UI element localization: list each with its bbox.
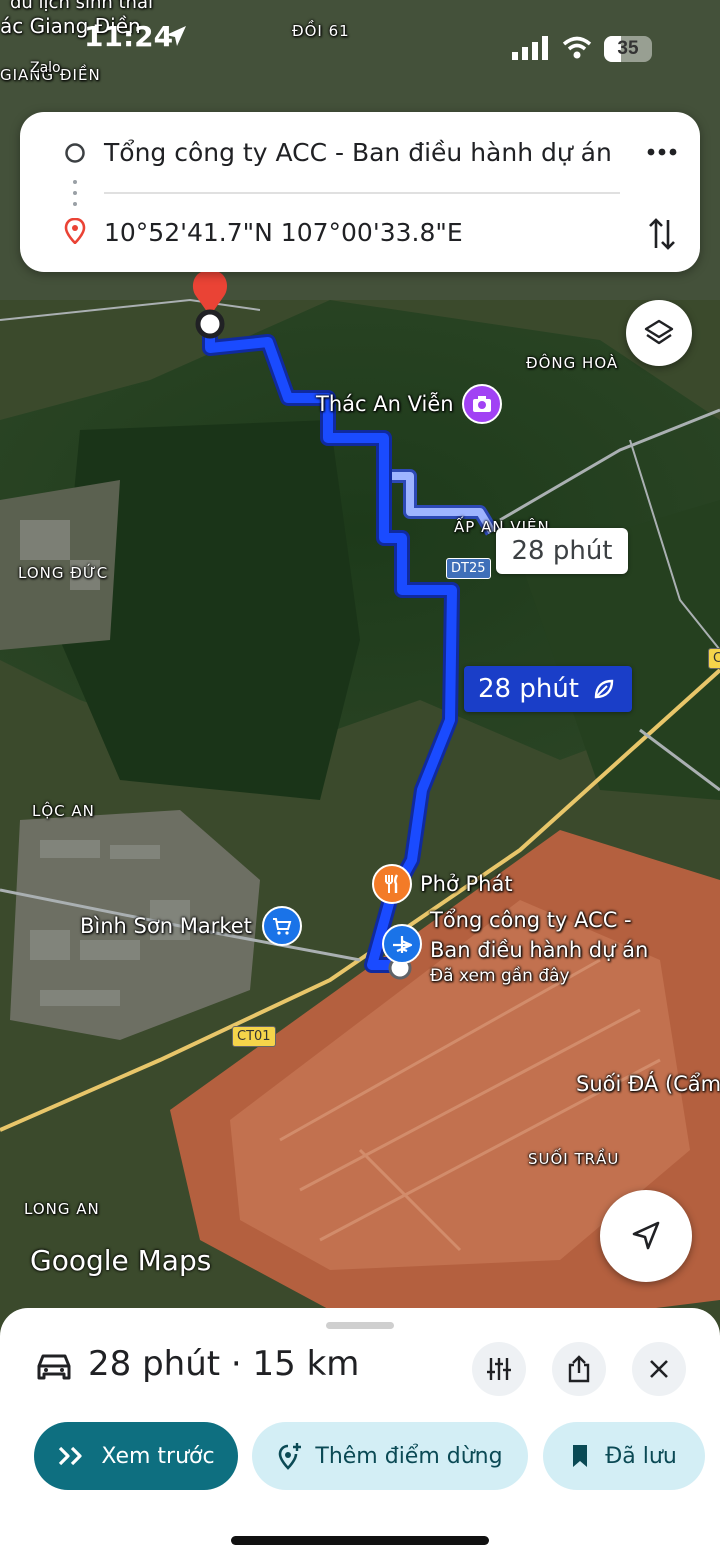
origin-circle-icon (64, 142, 86, 169)
add-stop-button[interactable]: Thêm điểm dừng (252, 1422, 528, 1490)
layers-icon (643, 317, 675, 349)
main-route-time-chip[interactable]: 28 phút (464, 666, 632, 712)
route-dots-icon (73, 180, 77, 211)
preview-button-label: Xem trước (101, 1443, 215, 1469)
add-stop-button-label: Thêm điểm dừng (315, 1443, 503, 1469)
navigation-arrow-icon (629, 1219, 663, 1253)
road-shield-ct01: CT01 (232, 1026, 276, 1047)
airport-icon[interactable] (382, 924, 422, 964)
saved-button-label: Đã lưu (605, 1443, 677, 1469)
share-icon (566, 1355, 592, 1383)
location-arrow-icon (164, 24, 188, 53)
status-time: 11:24 (84, 20, 174, 53)
place-label-suoi-da: Suối ĐÁ (Cẩm (576, 1072, 720, 1096)
bottom-sheet: 28 phút · 15 km Xem trước Thêm điểm dừng… (0, 1308, 720, 1560)
layers-button[interactable] (626, 300, 692, 366)
poi-label-binh-son-market[interactable]: Bình Sơn Market (80, 914, 252, 938)
battery-icon: 35 (604, 36, 652, 62)
restaurant-icon[interactable] (372, 864, 412, 904)
destination-field[interactable]: 10°52'41.7"N 107°00'33.8"E (104, 218, 463, 247)
card-divider (104, 192, 620, 194)
eco-leaf-icon (593, 678, 615, 700)
close-icon (648, 1358, 670, 1380)
wifi-icon (562, 36, 592, 65)
place-label-suoi-trau: SUỐI TRẦU (528, 1150, 620, 1168)
main-route-time-label: 28 phút (478, 674, 580, 704)
road-shield-edge: C (708, 648, 720, 669)
place-label-long-duc: LONG ĐỨC (18, 564, 109, 582)
sheet-drag-handle[interactable] (326, 1322, 394, 1329)
signal-icon (512, 36, 550, 65)
place-label-dong-hoa: ĐÔNG HOÀ (526, 354, 619, 372)
poi-label-acc-line1[interactable]: Tổng công ty ACC - (430, 908, 632, 932)
place-label-loc-an: LỘC AN (32, 802, 95, 820)
more-horiz-icon[interactable] (644, 140, 680, 164)
add-location-icon (277, 1442, 303, 1470)
recenter-button[interactable] (600, 1190, 692, 1282)
home-indicator[interactable] (231, 1536, 489, 1545)
route-options-button[interactable] (472, 1342, 526, 1396)
battery-level: 35 (617, 38, 639, 59)
close-button[interactable] (632, 1342, 686, 1396)
poi-label-pho-phat[interactable]: Phở Phát (420, 872, 513, 896)
shopping-cart-icon[interactable] (262, 906, 302, 946)
poi-label-acc-line2[interactable]: Ban điều hành dự án (430, 938, 648, 962)
poi-label-thac-an-vien[interactable]: Thác An Viễn (316, 392, 454, 416)
double-chevron-icon (57, 1445, 85, 1467)
bookmark-icon (571, 1444, 589, 1468)
saved-button[interactable]: Đã lưu (543, 1422, 705, 1490)
status-bar: 11:24 35 (0, 0, 720, 96)
share-button[interactable] (552, 1342, 606, 1396)
destination-pin-icon (192, 270, 228, 339)
poi-sublabel-recently-viewed: Đã xem gần đây (430, 966, 570, 986)
preview-button[interactable]: Xem trước (34, 1422, 238, 1490)
swap-vert-icon[interactable] (644, 214, 680, 254)
google-maps-watermark: Google Maps (30, 1244, 212, 1277)
tune-icon (486, 1356, 512, 1382)
directions-card: Tổng công ty ACC - Ban điều hành dự án 1… (20, 112, 700, 272)
destination-pin-small-icon (64, 217, 86, 249)
route-summary: 28 phút · 15 km (88, 1344, 360, 1384)
alternate-route-time-chip[interactable]: 28 phút (496, 528, 628, 574)
camera-icon[interactable] (462, 384, 502, 424)
place-label-long-an: LONG AN (24, 1200, 100, 1218)
road-shield-dt25: DT25 (446, 558, 491, 579)
origin-field[interactable]: Tổng công ty ACC - Ban điều hành dự án (104, 138, 612, 167)
car-icon (36, 1352, 72, 1387)
